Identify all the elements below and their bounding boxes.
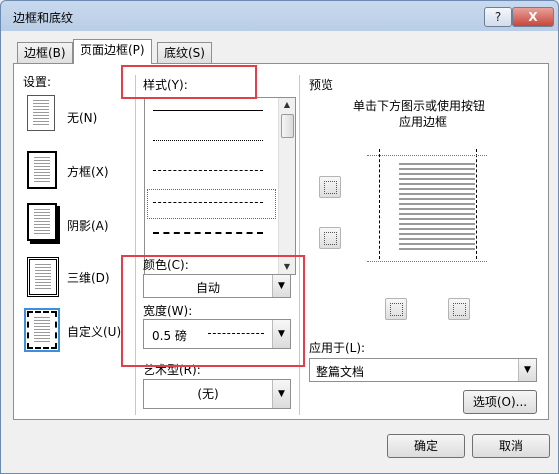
style-highlight-box [121,65,257,99]
chevron-down-icon[interactable]: ▼ [272,380,290,408]
color-width-highlight-box [121,255,305,367]
scroll-thumb[interactable] [281,114,294,138]
bottom-border-icon[interactable] [319,227,341,249]
style-long-dash[interactable] [153,202,263,203]
preview-corner-bottom [367,261,487,262]
tab-shading[interactable]: 底纹(S) [157,42,212,63]
settings-heading: 设置: [23,75,52,89]
setting-3d-label[interactable]: 三维(D) [67,269,110,286]
scroll-up-icon[interactable]: ▲ [279,98,295,112]
art-dropdown[interactable]: (无) ▼ [143,379,291,409]
setting-shadow-label[interactable]: 阴影(A) [67,217,109,234]
preview-hint-line2: 应用边框 [399,115,448,129]
custom-setting-icon[interactable] [24,308,60,352]
preview-corner-top [367,155,487,156]
setting-none-label[interactable]: 无(N) [67,109,97,126]
options-button[interactable]: 选项(O)... [463,390,537,414]
window-title: 边框和底纹 [13,11,74,25]
style-scrollbar[interactable]: ▲ ▼ [278,98,295,274]
top-border-icon[interactable] [319,176,341,198]
help-button[interactable]: ? [484,7,512,27]
preview-text-lines [399,163,475,253]
apply-to-value: 整篇文档 [316,365,365,379]
style-dash-dot[interactable] [153,232,263,234]
close-button[interactable]: X [512,7,554,27]
tab-page-border[interactable]: 页面边框(P) [73,39,152,64]
dialog-body: 边框(B) 页面边框(P) 底纹(S) 设置: 无(N) 方框(X) 阴影(A)… [7,31,552,467]
cancel-button[interactable]: 取消 [472,434,550,458]
chevron-down-icon[interactable]: ▼ [518,359,536,381]
ok-button[interactable]: 确定 [387,434,465,458]
dialog-window: 边框和底纹 ? X 边框(B) 页面边框(P) 底纹(S) 设置: 无(N) 方… [0,0,559,474]
left-border-icon[interactable] [385,298,407,320]
style-solid[interactable] [153,110,263,111]
apply-to-label: 应用于(L): [309,341,366,355]
preview-heading: 预览 [309,78,334,92]
style-dashed[interactable] [153,170,263,171]
setting-box-label[interactable]: 方框(X) [67,163,109,180]
art-value: (无) [197,387,219,401]
setting-custom-label[interactable]: 自定义(U) [67,323,121,340]
none-setting-icon[interactable] [27,95,55,131]
tab-borders[interactable]: 边框(B) [17,42,73,63]
apply-to-dropdown[interactable]: 整篇文档 ▼ [309,358,537,382]
right-border-icon[interactable] [448,298,470,320]
shadow-setting-icon[interactable] [27,203,57,241]
title-bar: 边框和底纹 ? X [1,1,558,31]
3d-setting-icon[interactable] [27,257,59,297]
preview-hint-line1: 单击下方图示或使用按钮 [353,99,486,113]
style-list[interactable]: ▲ ▼ [144,97,296,275]
style-selected-box [147,189,276,219]
box-setting-icon[interactable] [27,151,57,189]
style-dotted[interactable] [153,140,263,141]
